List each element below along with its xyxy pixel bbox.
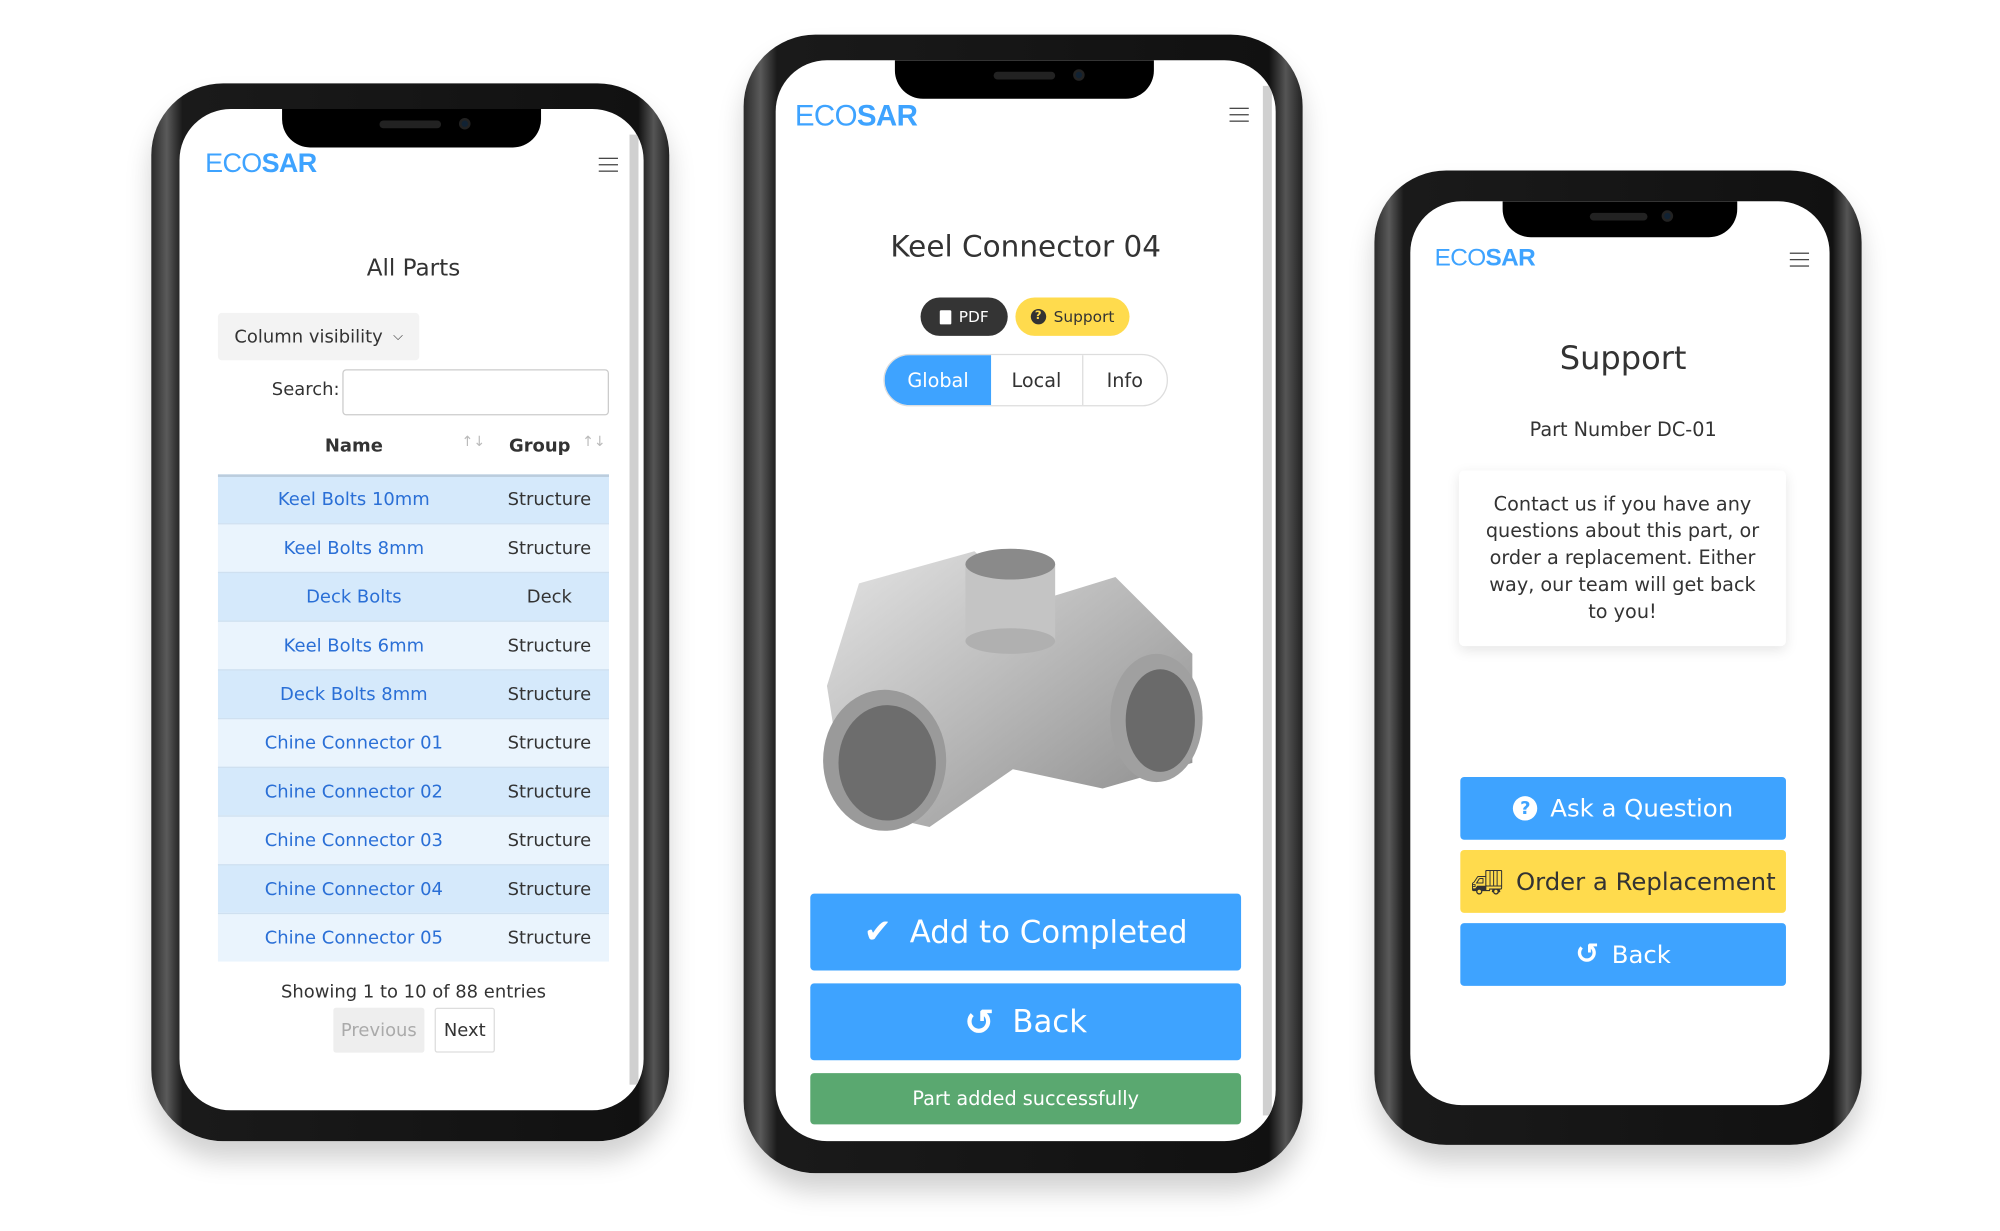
sort-icon[interactable]: ↑↓ [462,433,486,450]
part-group: Structure [507,830,592,851]
undo-icon: ↺ [1575,938,1599,971]
part-group: Structure [507,927,592,949]
logo-text-bold: SAR [856,98,918,133]
table-row[interactable]: Chine Connector 05 Structure [217,912,609,962]
part-group: Structure [507,537,592,559]
table-row[interactable]: Deck Bolts 8mm Structure [217,669,609,718]
search-label: Search: [271,379,340,401]
table-row[interactable]: Chine Connector 04 Structure [217,864,609,913]
table-info: Showing 1 to 10 of 88 entries [280,982,547,1003]
part-name-link[interactable]: Deck Bolts [218,587,490,608]
next-page-button[interactable]: Next [434,1007,495,1053]
part-group: Structure [507,732,592,754]
logo-text: ECO [1434,244,1487,272]
order-replacement-button[interactable]: 🚚︎ Order a Replacement [1460,850,1786,913]
column-visibility-label: Column visibility [234,326,383,347]
ecosar-logo[interactable]: ECOSAR [794,98,918,134]
tab-local[interactable]: Local [991,355,1083,406]
column-header-group[interactable]: Group [490,436,590,457]
back-button[interactable]: ↺ Back [1460,923,1786,986]
part-name-link[interactable]: Chine Connector 02 [218,781,490,802]
back-label: Back [1012,1003,1088,1040]
part-group: Structure [507,781,592,802]
part-name-link[interactable]: Chine Connector 03 [218,830,490,851]
table-row[interactable]: Chine Connector 02 Structure [217,766,609,816]
tab-info[interactable]: Info [1083,355,1167,405]
support-title: Support [1559,339,1687,377]
table-row[interactable]: Keel Bolts 6mm Structure [217,620,609,670]
previous-page-button[interactable]: Previous [333,1007,425,1053]
undo-icon: ↺ [964,1000,995,1043]
table-row[interactable]: Keel Bolts 8mm Structure [217,523,609,572]
search-input[interactable] [342,369,609,416]
logo-text-bold: SAR [1485,244,1536,272]
sort-icon[interactable]: ↑↓ [582,433,606,450]
support-button[interactable]: ? Support [1015,297,1130,336]
support-message: Contact us if you have any questions abo… [1485,492,1760,624]
pdf-button[interactable]: PDF [920,297,1008,336]
part-name-link[interactable]: Chine Connector 05 [218,928,490,949]
column-visibility-button[interactable]: Column visibility ⌵ [217,312,420,361]
ask-question-label: Ask a Question [1550,794,1734,823]
table-row[interactable]: Deck Bolts Deck [217,571,609,621]
ecosar-logo[interactable]: ECOSAR [205,148,318,180]
hamburger-menu-icon[interactable] [598,157,618,172]
shipping-truck-icon: 🚚︎ [1470,866,1504,897]
logo-text: ECO [794,98,858,133]
back-button[interactable]: ↺ Back [810,983,1242,1061]
success-toast: Part added successfully [810,1073,1242,1125]
part-group: Deck [526,586,572,608]
part-group: Structure [507,878,592,900]
column-header-label: Group [508,435,571,457]
add-to-completed-label: Add to Completed [909,914,1188,951]
question-circle-icon: ? [1030,308,1046,325]
table-row[interactable]: Chine Connector 01 Structure [217,717,609,767]
part-name-link[interactable]: Keel Bolts 10mm [218,490,490,511]
table-row[interactable]: Chine Connector 03 Structure [217,815,609,865]
column-header-name[interactable]: Name [218,436,490,457]
part-number: Part Number DC-01 [1529,417,1717,442]
logo-text-bold: SAR [261,148,318,179]
table-row[interactable]: Keel Bolts 10mm Structure [217,474,609,524]
part-image [823,548,1203,831]
column-header-label: Name [324,435,383,457]
page-title: All Parts [366,255,461,283]
chevron-down-icon: ⌵ [393,329,403,344]
tab-global[interactable]: Global [884,355,992,406]
support-label: Support [1053,307,1115,326]
part-name-link[interactable]: Deck Bolts 8mm [218,684,490,705]
part-name-link[interactable]: Chine Connector 01 [218,733,490,754]
hamburger-menu-icon[interactable] [1789,252,1810,267]
order-replacement-label: Order a Replacement [1515,867,1776,896]
part-name-link[interactable]: Keel Bolts 8mm [218,538,490,559]
part-name-link[interactable]: Chine Connector 04 [218,879,490,900]
question-circle-icon: ? [1513,796,1538,821]
part-group: Structure [507,489,592,511]
part-name-link[interactable]: Keel Bolts 6mm [218,635,490,656]
part-group: Structure [507,684,592,705]
part-group: Structure [507,635,592,656]
add-to-completed-button[interactable]: ✔ Add to Completed [810,893,1242,971]
ask-question-button[interactable]: ? Ask a Question [1460,776,1786,840]
hamburger-menu-icon[interactable] [1229,107,1249,122]
logo-text: ECO [205,148,262,179]
pdf-label: PDF [958,307,989,326]
back-label: Back [1611,940,1671,969]
support-message-card: Contact us if you have any questions abo… [1459,471,1786,647]
ecosar-logo[interactable]: ECOSAR [1434,244,1536,273]
file-pdf-icon [939,309,952,324]
checkmark-icon: ✔ [863,912,892,952]
part-title: Keel Connector 04 [890,230,1162,265]
view-tabs: Global Local Info [883,353,1168,407]
